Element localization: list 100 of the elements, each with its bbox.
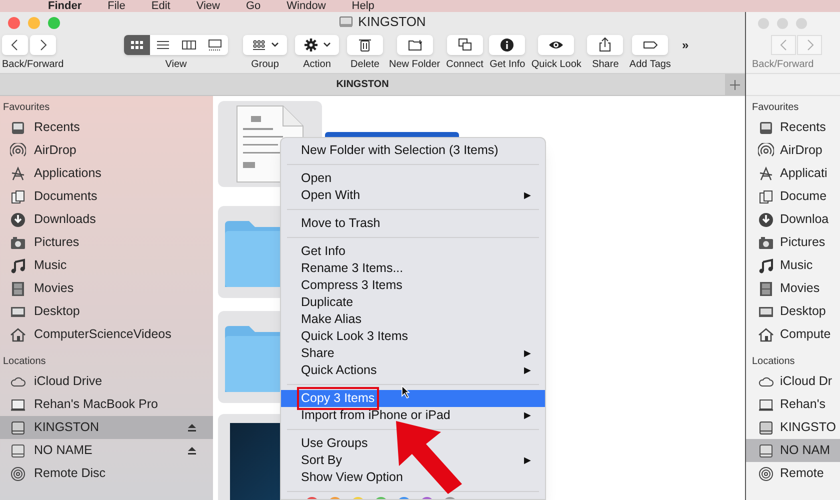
toolbar-label: New Folder [389, 59, 440, 71]
folder-plus-icon [406, 37, 423, 53]
toolbar-button[interactable] [396, 35, 433, 55]
film-icon [10, 280, 26, 296]
menu-item[interactable]: Compress 3 Items [281, 277, 545, 294]
sidebar-item[interactable]: Applicati [746, 162, 840, 185]
menu-item[interactable]: Import from iPhone or iPad ▶ [281, 407, 545, 424]
signal-icon [10, 142, 26, 158]
sidebar-item[interactable]: Downloa [746, 208, 840, 231]
list-icon [155, 38, 171, 52]
sidebar-item[interactable]: Remote Disc [0, 462, 213, 485]
menu-bar-item[interactable]: Help [352, 0, 374, 12]
chevron-right-icon [806, 39, 814, 51]
cursor-icon [402, 385, 410, 399]
sidebar-item[interactable]: iCloud Dr [746, 370, 840, 393]
sidebar-item[interactable]: Music [0, 254, 213, 277]
sidebar-item[interactable]: KINGSTON [0, 416, 213, 439]
sidebar-item[interactable]: Pictures [0, 231, 213, 254]
sidebar-item[interactable]: Recents [0, 116, 213, 139]
sidebar-item[interactable]: Music [746, 254, 840, 277]
menu-item[interactable]: Move to Trash [281, 215, 545, 232]
disc-icon [758, 466, 774, 482]
a-letter-icon [758, 166, 774, 182]
tray-icon [10, 120, 26, 136]
sidebar-item[interactable]: iCloud Drive [0, 370, 213, 393]
chevron-left-icon [11, 39, 19, 51]
documents-icon [10, 188, 26, 204]
sidebar-item[interactable]: Documents [0, 185, 213, 208]
sidebar-item[interactable]: Recents [746, 116, 840, 139]
menu-bar-item[interactable]: Finder [48, 0, 82, 12]
toolbar-button[interactable] [632, 35, 668, 55]
sidebar-item[interactable]: Applications [0, 162, 213, 185]
gallery-icon [207, 38, 223, 52]
menu-bar-item[interactable]: Window [286, 0, 326, 12]
menu-item[interactable]: Use Groups [281, 435, 545, 452]
laptop-icon [10, 396, 26, 412]
toolbar-button[interactable] [446, 35, 483, 55]
download-icon [10, 212, 26, 228]
sidebar-item[interactable]: NO NAME [0, 439, 213, 462]
forward-button[interactable] [30, 35, 56, 55]
menu-item[interactable]: Duplicate [281, 294, 545, 311]
sidebar-heading: Locations [2, 355, 47, 369]
sidebar-item[interactable]: Movies [746, 277, 840, 300]
sidebar-item[interactable]: ComputerScienceVideos [0, 323, 213, 346]
menu-bar-item[interactable]: Edit [151, 0, 170, 12]
sidebar-item[interactable]: Downloads [0, 208, 213, 231]
submenu-arrow: ▶ [524, 454, 531, 467]
submenu-arrow: ▶ [524, 188, 531, 202]
menu-item[interactable]: Show View Option [281, 469, 545, 486]
menu-bar-item[interactable]: File [108, 0, 126, 12]
disc-icon [10, 466, 26, 482]
info-icon [499, 37, 516, 53]
columns-icon [181, 38, 197, 52]
gear-icon [304, 38, 318, 52]
dropdown-button[interactable] [243, 35, 287, 55]
toolbar-button[interactable] [587, 35, 624, 55]
sidebar-heading: Locations [751, 355, 796, 369]
menu-item[interactable]: Quick Actions ▶ [281, 362, 545, 379]
toolbar-button[interactable] [347, 35, 383, 55]
tray-icon [758, 120, 774, 136]
menu-item[interactable]: Rename 3 Items... [281, 260, 545, 277]
trash-icon [357, 37, 373, 53]
menu-item[interactable]: Make Alias [281, 311, 545, 328]
new-tab-button[interactable] [725, 74, 745, 95]
dropdown-button[interactable] [295, 35, 339, 55]
sidebar-item[interactable]: Compute [746, 323, 840, 346]
sidebar-item[interactable]: NO NAM [746, 439, 840, 462]
sidebar-item[interactable]: Desktop [0, 300, 213, 323]
chevron-down-icon [322, 42, 330, 48]
signal-icon [758, 142, 774, 158]
menu-item[interactable]: Copy 3 Items [281, 390, 545, 407]
menu-bar-item[interactable]: Go [246, 0, 261, 12]
toolbar-label: Group [251, 59, 279, 71]
menu-bar-item[interactable]: View [196, 0, 220, 12]
menu-item[interactable]: New Folder with Selection (3 Items) [281, 142, 545, 159]
toolbar-button[interactable] [489, 35, 526, 55]
menu-item[interactable]: Quick Look 3 Items [281, 328, 545, 345]
menu-item[interactable]: Open [281, 170, 545, 187]
sidebar-heading: Favourites [751, 101, 800, 115]
sidebar-item[interactable]: KINGSTO [746, 416, 840, 439]
back-button[interactable] [2, 35, 28, 55]
sidebar-item[interactable]: Remote [746, 462, 840, 485]
overflow-button[interactable]: » [678, 35, 693, 55]
house-icon [10, 326, 26, 342]
plus-icon [730, 80, 740, 90]
sidebar-item[interactable]: Pictures [746, 231, 840, 254]
sidebar-item[interactable]: AirDrop [746, 139, 840, 162]
sidebar-item[interactable]: Rehan's [746, 393, 840, 416]
menu-item[interactable]: Open With ▶ [281, 187, 545, 204]
menu-item[interactable]: Sort By ▶ [281, 452, 545, 469]
menu-item[interactable]: Share ▶ [281, 345, 545, 362]
view-mode-button[interactable] [124, 35, 150, 55]
submenu-arrow: ▶ [524, 346, 531, 360]
sidebar-item[interactable]: AirDrop [0, 139, 213, 162]
toolbar-button[interactable] [538, 35, 574, 55]
sidebar-item[interactable]: Desktop [746, 300, 840, 323]
sidebar-item[interactable]: Rehan's MacBook Pro [0, 393, 213, 416]
sidebar-item[interactable]: Docume [746, 185, 840, 208]
sidebar-item[interactable]: Movies [0, 277, 213, 300]
menu-item[interactable]: Get Info [281, 243, 545, 260]
